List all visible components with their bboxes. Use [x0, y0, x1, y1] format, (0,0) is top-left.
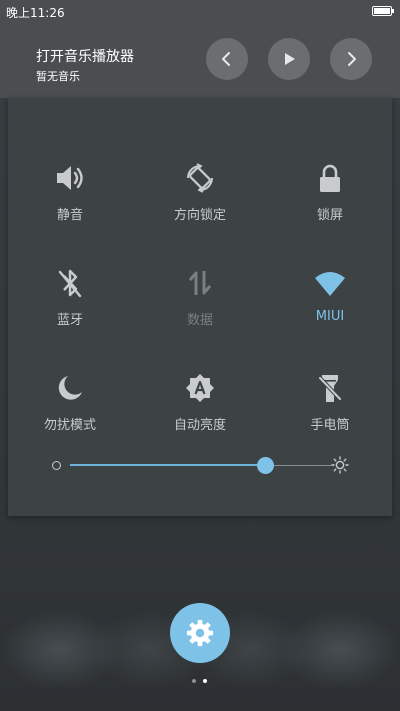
status-time: 晚上11:26: [6, 6, 65, 20]
brightness-low-icon: [52, 461, 61, 470]
brightness-slider-fill: [70, 464, 266, 466]
tile-do-not-disturb[interactable]: 勿扰模式: [10, 372, 130, 452]
wifi-icon: [314, 267, 346, 299]
mobile-data-icon: [184, 267, 216, 299]
next-button[interactable]: [330, 38, 372, 80]
brightness-slider-thumb[interactable]: [256, 457, 274, 474]
tile-do-not-disturb-label: 勿扰模式: [43, 418, 96, 433]
flashlight-off-icon: [314, 372, 346, 404]
settings-button[interactable]: [170, 603, 230, 663]
page-dot-1: [192, 679, 196, 683]
chevron-left-icon: [222, 52, 230, 66]
tile-lock-screen-label: 锁屏: [316, 208, 343, 223]
tile-auto-brightness[interactable]: 自动亮度: [140, 372, 260, 452]
tile-rotation-lock-label: 方向锁定: [173, 208, 226, 223]
rotation-lock-icon: [184, 162, 216, 194]
tile-mute[interactable]: 静音: [10, 162, 130, 242]
music-widget[interactable]: 打开音乐播放器 暂无音乐: [0, 22, 400, 98]
battery-icon: [372, 6, 394, 16]
lock-icon: [314, 162, 346, 194]
tile-mobile-data[interactable]: 数据: [140, 267, 260, 347]
tile-bluetooth[interactable]: 蓝牙: [10, 267, 130, 347]
tile-rotation-lock[interactable]: 方向锁定: [140, 162, 260, 242]
play-icon: [285, 53, 295, 65]
gear-icon: [186, 619, 214, 647]
tile-bluetooth-label: 蓝牙: [56, 313, 83, 328]
tile-flashlight[interactable]: 手电筒: [270, 372, 390, 452]
tile-lock-screen[interactable]: 锁屏: [270, 162, 390, 242]
brightness-slider[interactable]: [70, 457, 332, 474]
page-dot-2: [203, 679, 207, 683]
volume-icon: [54, 162, 86, 194]
tile-flashlight-label: 手电筒: [310, 418, 350, 433]
tile-auto-brightness-label: 自动亮度: [173, 418, 226, 433]
tile-wifi-label: MIUI: [315, 309, 345, 324]
chevron-right-icon: [348, 52, 356, 66]
tile-mute-label: 静音: [56, 208, 83, 223]
brightness-high-icon: [331, 456, 349, 474]
music-title[interactable]: 打开音乐播放器: [36, 46, 134, 66]
status-bar: 晚上11:26: [0, 0, 400, 22]
bluetooth-off-icon: [54, 267, 86, 299]
play-button[interactable]: [268, 38, 310, 80]
quick-settings-panel: 静音 方向锁定 锁屏 蓝牙 数据 MIUI 勿扰模式 自动亮度 手电筒: [8, 98, 392, 516]
previous-button[interactable]: [206, 38, 248, 80]
tile-mobile-data-label: 数据: [186, 313, 213, 328]
moon-icon: [54, 372, 86, 404]
auto-brightness-icon: [184, 372, 216, 404]
tile-wifi[interactable]: MIUI: [270, 267, 390, 347]
music-subtitle: 暂无音乐: [36, 70, 80, 83]
